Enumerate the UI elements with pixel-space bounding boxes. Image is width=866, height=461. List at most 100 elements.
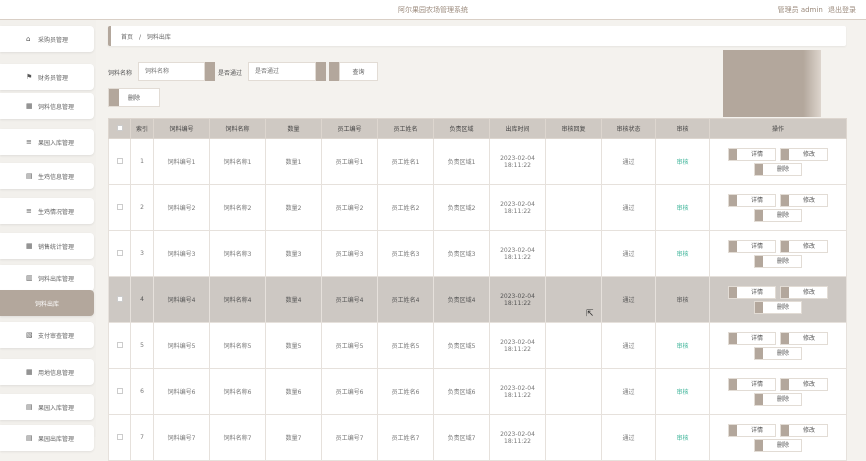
edit-button[interactable]: 修改	[780, 193, 828, 207]
query-button[interactable]: 查询	[339, 62, 378, 81]
cell-code: 饲料编号7	[153, 414, 210, 461]
approved-input-handle	[316, 62, 326, 81]
cell-qty: 数量6	[265, 368, 322, 415]
sidebar-item-label: 用地信息管理	[38, 369, 75, 377]
table-row: 1 饲料编号1 饲料名称1 数量1 员工编号1 员工姓名1 负责区域1 2023-02-04 …	[108, 138, 847, 185]
detail-button[interactable]: 详情	[728, 423, 776, 437]
edit-button[interactable]: 修改	[780, 147, 828, 161]
sidebar-item[interactable]: ▤ 生鸡信息管理	[0, 163, 94, 189]
cell-index: 2	[130, 184, 154, 231]
audit-link[interactable]: 审核	[655, 414, 710, 461]
select-all-checkbox[interactable]	[108, 118, 131, 139]
audit-link[interactable]: 审核	[655, 368, 710, 415]
cell-qty: 数量4	[265, 276, 322, 323]
audit-link[interactable]: 审核	[655, 230, 710, 277]
box-icon: ▤	[26, 434, 33, 442]
approved-label: 是否通过	[218, 70, 243, 77]
sidebar-item[interactable]: ▧ 支付审查管理	[0, 322, 94, 348]
column-header: 员工编号	[321, 118, 378, 139]
cell-name: 饲料名称4	[209, 276, 266, 323]
sidebar-item[interactable]: ⌂ 采购员管理	[0, 26, 94, 52]
detail-button[interactable]: 详情	[728, 331, 776, 345]
sidebar-item[interactable]: 饲料出库	[0, 290, 94, 316]
sidebar-item-label: 生鸡信息管理	[38, 173, 75, 181]
sidebar-item[interactable]: ▦ 饲料信息管理	[0, 93, 94, 119]
query-button-accent	[329, 62, 339, 81]
sidebar-item[interactable]: ≡ 生鸡情况管理	[0, 198, 94, 224]
box-icon: ▤	[26, 403, 33, 411]
sidebar-item[interactable]: ≡ 果园入库管理	[0, 129, 94, 155]
edit-button[interactable]: 修改	[780, 239, 828, 253]
user-area: 管理员 admin 退出登录	[775, 5, 856, 15]
audit-link[interactable]: 审核	[655, 276, 710, 323]
row-delete-button[interactable]: 删除	[754, 208, 802, 222]
detail-button[interactable]: 详情	[728, 377, 776, 391]
row-checkbox[interactable]	[108, 414, 131, 461]
detail-button[interactable]: 详情	[728, 147, 776, 161]
cell-emp-name: 员工姓名6	[377, 368, 434, 415]
sidebar-item-label: 财务员管理	[38, 74, 69, 82]
column-header: 索引	[130, 118, 154, 139]
audit-link[interactable]: 审核	[655, 322, 710, 369]
cell-emp-name: 员工姓名4	[377, 276, 434, 323]
edit-button[interactable]: 修改	[780, 331, 828, 345]
row-checkbox[interactable]	[108, 230, 131, 277]
row-checkbox[interactable]	[108, 276, 131, 323]
cell-index: 4	[130, 276, 154, 323]
row-delete-button[interactable]: 删除	[754, 346, 802, 360]
row-delete-button[interactable]: 删除	[754, 438, 802, 452]
cell-qty: 数量2	[265, 184, 322, 231]
top-bar: 阿尔果园农场管理系统 管理员 admin 退出登录	[0, 0, 866, 20]
breadcrumb-home[interactable]: 首页	[121, 34, 133, 41]
row-checkbox[interactable]	[108, 184, 131, 231]
row-delete-button[interactable]: 删除	[754, 300, 802, 314]
sidebar-item[interactable]: ▤ 果园入库管理	[0, 394, 94, 420]
logout-link[interactable]: 退出登录	[828, 6, 856, 14]
cell-time: 2023-02-04 18:11:22	[489, 414, 546, 461]
table-header-row: 索引 饲料编号 饲料名称 数量 员工编号 员工姓名 负责区域 出库时间 审核回复…	[108, 118, 847, 139]
cell-qty: 数量3	[265, 230, 322, 277]
row-checkbox[interactable]	[108, 322, 131, 369]
row-checkbox[interactable]	[108, 138, 131, 185]
cell-index: 3	[130, 230, 154, 277]
delete-button[interactable]: 删除	[108, 88, 160, 107]
approved-input[interactable]	[248, 62, 316, 81]
cell-emp-code: 员工编号1	[321, 138, 378, 185]
detail-button[interactable]: 详情	[728, 285, 776, 299]
column-header: 审核状态	[601, 118, 656, 139]
sidebar-item[interactable]: ▦ 销售统计管理	[0, 233, 94, 259]
row-delete-button[interactable]: 删除	[754, 162, 802, 176]
cell-emp-name: 员工姓名7	[377, 414, 434, 461]
sidebar-item[interactable]: ⚑ 财务员管理	[0, 64, 94, 90]
detail-button[interactable]: 详情	[728, 193, 776, 207]
sidebar-item[interactable]: ▥ 饲料出库管理	[0, 265, 94, 291]
detail-button[interactable]: 详情	[728, 239, 776, 253]
column-header: 饲料名称	[209, 118, 266, 139]
cell-code: 饲料编号4	[153, 276, 210, 323]
feed-name-input-handle	[205, 62, 215, 81]
column-header: 审核	[655, 118, 710, 139]
edit-button[interactable]: 修改	[780, 377, 828, 391]
cell-reply	[545, 414, 602, 461]
row-checkbox[interactable]	[108, 368, 131, 415]
row-delete-button[interactable]: 删除	[754, 392, 802, 406]
feed-name-input[interactable]	[138, 62, 205, 81]
sidebar-item[interactable]: ▦ 用地信息管理	[0, 359, 94, 385]
cell-status: 通过	[601, 276, 656, 323]
cell-emp-code: 员工编号7	[321, 414, 378, 461]
edit-button[interactable]: 修改	[780, 285, 828, 299]
list-icon: ≡	[26, 207, 32, 215]
cell-code: 饲料编号2	[153, 184, 210, 231]
cell-emp-code: 员工编号2	[321, 184, 378, 231]
sidebar-item[interactable]: ▤ 果园出库管理	[0, 425, 94, 451]
audit-link[interactable]: 审核	[655, 138, 710, 185]
cell-area: 负责区域7	[433, 414, 490, 461]
cell-reply	[545, 230, 602, 277]
sidebar-item-label: 生鸡情况管理	[38, 208, 75, 216]
edit-button[interactable]: 修改	[780, 423, 828, 437]
row-delete-button[interactable]: 删除	[754, 254, 802, 268]
mouse-cursor-icon: ⇱	[586, 309, 594, 319]
audit-link[interactable]: 审核	[655, 184, 710, 231]
sidebar-item-label: 果园出库管理	[38, 435, 75, 443]
cell-time: 2023-02-04 18:11:22	[489, 276, 546, 323]
